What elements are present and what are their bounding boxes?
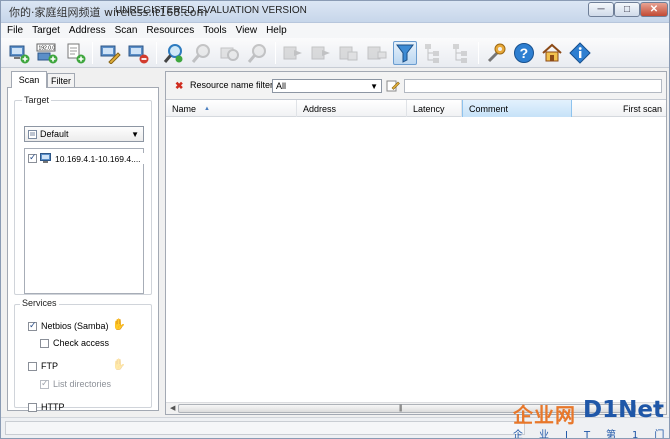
menu-scan[interactable]: Scan [115, 25, 138, 36]
target-item-checkbox[interactable] [28, 152, 37, 163]
column-header-address[interactable]: Address [297, 100, 407, 117]
services-label: Services [20, 298, 59, 308]
column-header-name[interactable]: Name ▲ [166, 100, 297, 117]
menu-resources[interactable]: Resources [146, 25, 194, 36]
filter-icon[interactable] [393, 41, 417, 65]
home-icon[interactable] [540, 41, 564, 65]
close-button[interactable]: ✕ [640, 2, 668, 17]
service-http[interactable]: HTTP [28, 402, 65, 412]
filter-text-input[interactable] [404, 79, 662, 93]
remove-target-icon[interactable] [126, 41, 150, 65]
sort-ascending-icon: ▲ [204, 105, 210, 112]
menu-bar: File Target Address Scan Resources Tools… [1, 23, 669, 38]
scroll-left-icon[interactable]: ◀ [170, 404, 175, 412]
add-target-icon[interactable] [7, 41, 31, 65]
help-icon[interactable]: ? [512, 41, 536, 65]
netbios-label: Netbios (Samba) [41, 321, 109, 331]
app-window: 你的·家庭组网频道 wireless.it168.com UNREGISTERE… [0, 0, 670, 439]
scan-tab-panel: Target Default ▼ 10.169.4.1-10.169.4....… [7, 87, 159, 412]
menu-target[interactable]: Target [32, 25, 60, 36]
info-icon[interactable] [568, 41, 592, 65]
ftp-checkbox[interactable] [28, 361, 37, 371]
watermark-slogan: 企业IT第1门户 [513, 430, 669, 439]
target-list: 10.169.4.1-10.169.4.... [24, 148, 144, 294]
check-access-label: Check access [53, 338, 110, 348]
add-address-icon[interactable] [63, 41, 87, 65]
watermark-logo: 企业网 D1Net 企业IT第1门户 [513, 397, 669, 439]
window-title: UNREGISTERED EVALUATION VERSION [115, 5, 307, 16]
service-ftp[interactable]: FTP [28, 361, 58, 371]
tree-collapse-icon[interactable] [449, 41, 473, 65]
tree-expand-icon[interactable] [421, 41, 445, 65]
edit-target-icon[interactable] [98, 41, 122, 65]
nav-tag-icon[interactable] [365, 41, 389, 65]
chevron-down-icon: ▼ [370, 82, 378, 91]
filter-row: ✖ Resource name filter All ▼ [166, 72, 666, 99]
watermark-cn: 企业网 [513, 403, 576, 427]
table-header: Name ▲ Address Latency Comment First sca… [166, 100, 666, 117]
menu-tools[interactable]: Tools [203, 25, 226, 36]
results-panel: ✖ Resource name filter All ▼ Name ▲ Addr… [165, 71, 667, 415]
menu-help[interactable]: Help [266, 25, 287, 36]
column-first-scan-label: First scan [622, 103, 662, 114]
target-label: Target [22, 95, 52, 105]
list-directories-label: List directories [53, 379, 112, 389]
chevron-down-icon: ▼ [131, 130, 139, 139]
watermark-brand: D1Net [583, 397, 664, 423]
column-comment-label: Comment [469, 103, 509, 114]
target-profile-value: Default [40, 129, 69, 139]
profile-icon [28, 129, 37, 139]
target-item-label: 10.169.4.1-10.169.4.... [55, 153, 141, 164]
nav-export-icon[interactable] [337, 41, 361, 65]
options-wrench-icon[interactable] [484, 41, 508, 65]
netbios-settings-icon[interactable]: ✋ [112, 318, 126, 331]
nav-comment-icon[interactable] [309, 41, 333, 65]
status-field [5, 421, 525, 435]
column-latency-label: Latency [413, 103, 445, 114]
column-address-label: Address [303, 103, 337, 114]
filter-label: Resource name filter [190, 80, 274, 90]
svg-text:?: ? [520, 45, 529, 61]
http-checkbox[interactable] [28, 402, 37, 412]
column-header-comment[interactable]: Comment [462, 100, 572, 117]
check-access-checkbox[interactable] [40, 338, 49, 348]
filter-select-value: All [276, 81, 287, 91]
ip-range-icon[interactable]: 192.0.0 [35, 41, 59, 65]
service-netbios[interactable]: Netbios (Samba) [28, 320, 109, 331]
scan-folder-icon[interactable] [218, 41, 242, 65]
clear-filter-icon[interactable]: ✖ [175, 81, 183, 92]
column-name-label: Name [172, 103, 197, 114]
nav-forward-icon[interactable] [281, 41, 305, 65]
tab-filter[interactable]: Filter [47, 73, 75, 87]
target-profile-select[interactable]: Default ▼ [24, 126, 144, 142]
network-icon [40, 153, 51, 163]
scan-resources-icon[interactable] [190, 41, 214, 65]
filter-select[interactable]: All ▼ [272, 79, 382, 93]
menu-view[interactable]: View [236, 25, 258, 36]
ftp-settings-icon[interactable]: ✋ [112, 358, 126, 371]
column-header-first-scan[interactable]: First scan [572, 100, 666, 117]
left-panel: Scan Filter Target Default ▼ 10.169.4.1-… [7, 71, 159, 412]
scan-icon[interactable] [162, 41, 186, 65]
list-directories-checkbox[interactable] [40, 378, 49, 389]
scrollbar-grip: ||| [399, 405, 403, 412]
ip-range-label: 192.0.0 [39, 46, 56, 52]
edit-filter-icon[interactable] [386, 78, 400, 92]
service-list-directories[interactable]: List directories [40, 378, 112, 389]
maximize-button[interactable]: □ [614, 2, 640, 17]
menu-address[interactable]: Address [69, 25, 106, 36]
minimize-button[interactable]: ─ [588, 2, 614, 17]
zoom-icon[interactable] [246, 41, 270, 65]
results-table: Name ▲ Address Latency Comment First sca… [166, 99, 666, 414]
target-list-item[interactable]: 10.169.4.1-10.169.4.... [28, 152, 144, 164]
netbios-checkbox[interactable] [28, 320, 37, 331]
title-bar: 你的·家庭组网频道 wireless.it168.com UNREGISTERE… [1, 1, 669, 23]
service-check-access[interactable]: Check access [40, 338, 109, 348]
column-header-latency[interactable]: Latency [407, 100, 462, 117]
menu-file[interactable]: File [7, 25, 23, 36]
http-label: HTTP [41, 402, 65, 412]
ftp-label: FTP [41, 361, 58, 371]
toolbar: 192.0.0 ? [1, 38, 669, 68]
tab-scan[interactable]: Scan [11, 71, 47, 88]
